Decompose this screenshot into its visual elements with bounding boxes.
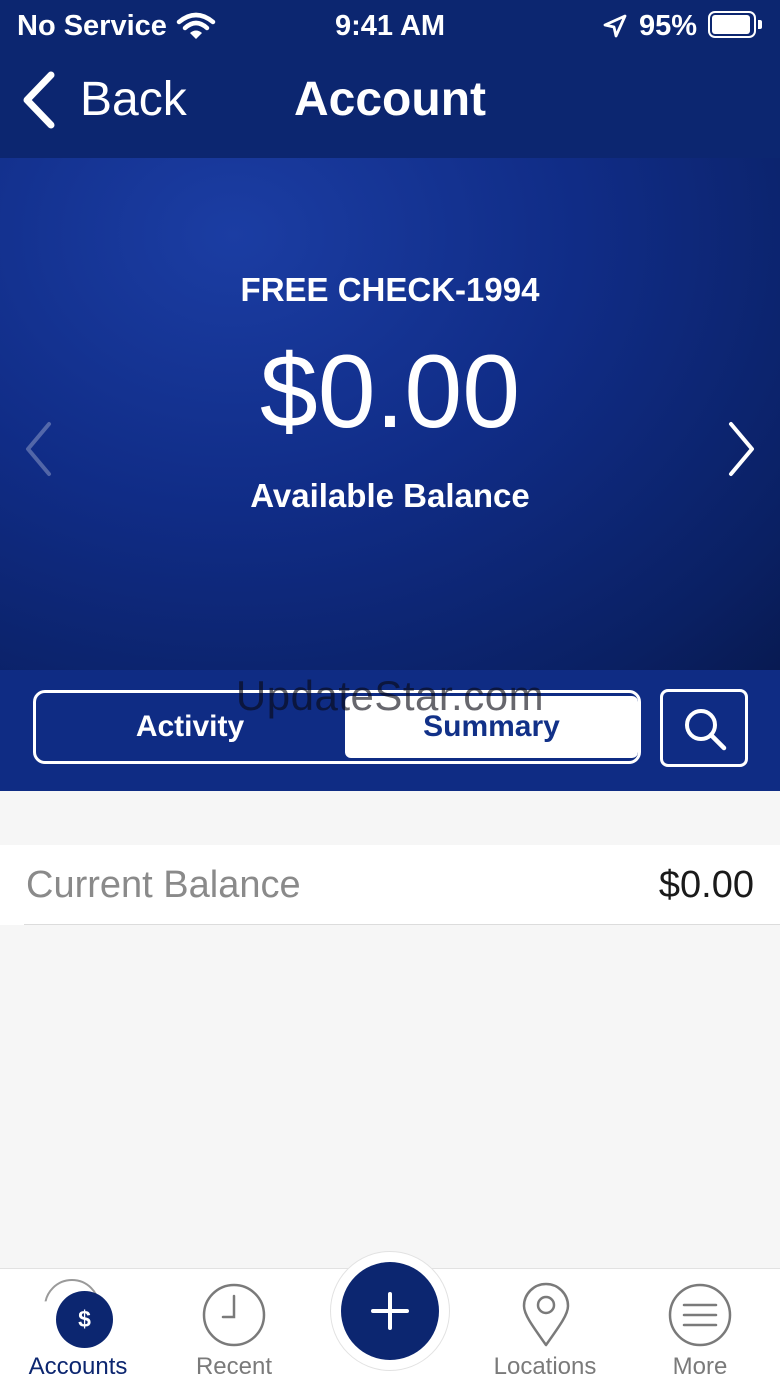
tab-activity[interactable]: Activity xyxy=(36,693,344,761)
segment-bar: Activity Summary xyxy=(0,670,780,791)
search-icon xyxy=(685,709,727,751)
location-pin-icon xyxy=(522,1282,570,1347)
available-balance-label: Available Balance xyxy=(250,477,530,514)
battery-percent: 95% xyxy=(639,10,698,42)
location-arrow-icon xyxy=(603,14,627,38)
tab-activity-label: Activity xyxy=(135,710,245,743)
tab-recent[interactable]: Recent xyxy=(174,1269,294,1388)
tab-recent-label: Recent xyxy=(195,1353,273,1380)
tab-bar: $ Accounts Recent Locations More xyxy=(0,1251,780,1388)
search-button[interactable] xyxy=(660,689,748,767)
tab-accounts-label: Accounts xyxy=(28,1353,128,1380)
tab-summary-label: Summary xyxy=(423,710,560,743)
current-balance-row: Current Balance $0.00 xyxy=(0,845,780,925)
account-name: FREE CHECK-1994 xyxy=(240,271,540,308)
segmented-control: Activity Summary xyxy=(33,690,641,764)
clock-icon xyxy=(202,1283,266,1347)
status-bar: No Service 9:41 AM 95% xyxy=(0,0,780,52)
menu-icon xyxy=(668,1283,732,1347)
battery-icon xyxy=(708,11,762,38)
navigation-bar: Back Account xyxy=(0,52,780,158)
next-account-chevron-icon[interactable] xyxy=(724,420,758,478)
current-balance-label: Current Balance xyxy=(26,864,301,906)
tab-locations-label: Locations xyxy=(493,1353,597,1380)
dollar-icon: $ xyxy=(44,1279,114,1349)
available-balance-amount: $0.00 xyxy=(259,334,521,450)
row-divider xyxy=(24,924,780,925)
account-balance-card: FREE CHECK-1994 $0.00 Available Balance xyxy=(0,158,780,670)
tab-summary[interactable]: Summary xyxy=(345,696,638,758)
current-balance-value: $0.00 xyxy=(658,864,754,906)
tab-accounts[interactable]: $ Accounts xyxy=(18,1269,138,1388)
tab-more[interactable]: More xyxy=(640,1269,760,1388)
tab-more-label: More xyxy=(672,1353,728,1380)
previous-account-chevron-icon[interactable] xyxy=(22,420,56,478)
page-title: Account xyxy=(294,73,486,126)
battery-fill xyxy=(712,15,750,34)
add-button[interactable] xyxy=(330,1251,450,1371)
tab-locations[interactable]: Locations xyxy=(475,1269,615,1388)
plus-icon xyxy=(371,1292,409,1330)
